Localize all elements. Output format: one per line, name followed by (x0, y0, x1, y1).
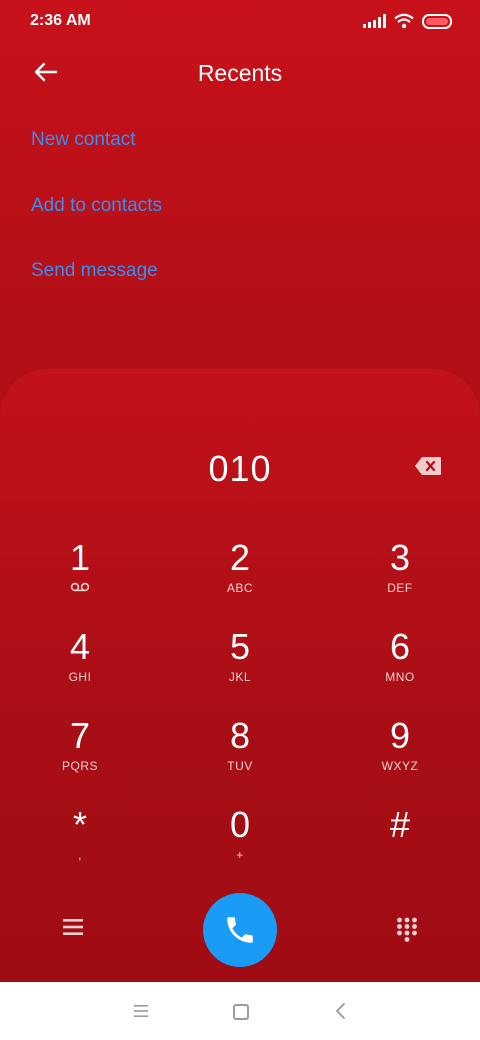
send-message-link[interactable]: Send message (31, 260, 158, 282)
app-header: Recents (0, 50, 480, 94)
dial-key-star[interactable]: *, (25, 805, 135, 881)
dial-key-digit: * (72, 804, 87, 845)
dial-key-digit: 5 (229, 626, 251, 667)
dial-key-letters: JKL (228, 670, 252, 684)
dial-key-letters: ABC (226, 581, 254, 595)
wifi-icon (394, 13, 414, 29)
dial-key-digit: 7 (69, 715, 91, 756)
phone-icon (227, 917, 253, 943)
dial-key-6[interactable]: 6 MNO (345, 627, 455, 703)
dial-key-letters: MNO (385, 670, 415, 684)
new-contact-link[interactable]: New contact (31, 129, 136, 151)
dial-key-digit: 8 (229, 715, 251, 756)
recent-apps-icon[interactable] (134, 1004, 148, 1018)
dial-key-9[interactable]: 9 WXYZ (345, 716, 455, 792)
system-nav-bar (0, 982, 480, 1040)
dial-key-letters: WXYZ (381, 759, 419, 773)
dial-key-digit: # (389, 804, 411, 845)
dial-key-digit: 6 (389, 626, 411, 667)
home-icon[interactable] (233, 1004, 249, 1020)
dial-key-5[interactable]: 5 JKL (185, 627, 295, 703)
dial-key-digit: 1 (69, 537, 91, 578)
dial-key-letters: DEF (387, 581, 413, 595)
dialpad-toggle-icon[interactable] (396, 917, 418, 943)
battery-icon (422, 13, 452, 29)
dial-key-letters: GHI (68, 670, 92, 684)
dial-key-7[interactable]: 7 PQRS (25, 716, 135, 792)
dial-key-letters: PQRS (61, 759, 98, 773)
dial-key-digit: 4 (69, 626, 91, 667)
add-to-contacts-link[interactable]: Add to contacts (31, 195, 162, 217)
nav-back-icon[interactable] (334, 1002, 348, 1020)
dial-key-digit: 9 (389, 715, 411, 756)
call-button[interactable] (203, 893, 277, 967)
page-title: Recents (197, 60, 283, 86)
dial-key-1[interactable]: 1 (25, 538, 135, 614)
dial-key-hash[interactable]: # (345, 805, 455, 881)
voicemail-icon (70, 582, 90, 592)
dial-key-0[interactable]: 0 + (185, 805, 295, 881)
dial-key-2[interactable]: 2 ABC (185, 538, 295, 614)
menu-icon[interactable] (60, 914, 86, 940)
status-icons (363, 13, 452, 29)
dial-key-digit: 3 (389, 537, 411, 578)
dial-key-letters: + (236, 848, 244, 862)
backspace-icon[interactable] (414, 456, 442, 476)
dial-key-digit: 2 (229, 537, 251, 578)
dial-key-4[interactable]: 4 GHI (25, 627, 135, 703)
dial-key-3[interactable]: 3 DEF (345, 538, 455, 614)
status-bar: 2:36 AM (0, 0, 480, 44)
dial-key-8[interactable]: 8 TUV (185, 716, 295, 792)
dial-key-letters: TUV (227, 759, 253, 773)
dial-key-digit: 0 (229, 804, 251, 845)
dial-key-letters: , (78, 848, 82, 862)
signal-icon (363, 14, 386, 28)
status-time: 2:36 AM (30, 12, 91, 29)
dialed-number: 010 (208, 448, 272, 489)
